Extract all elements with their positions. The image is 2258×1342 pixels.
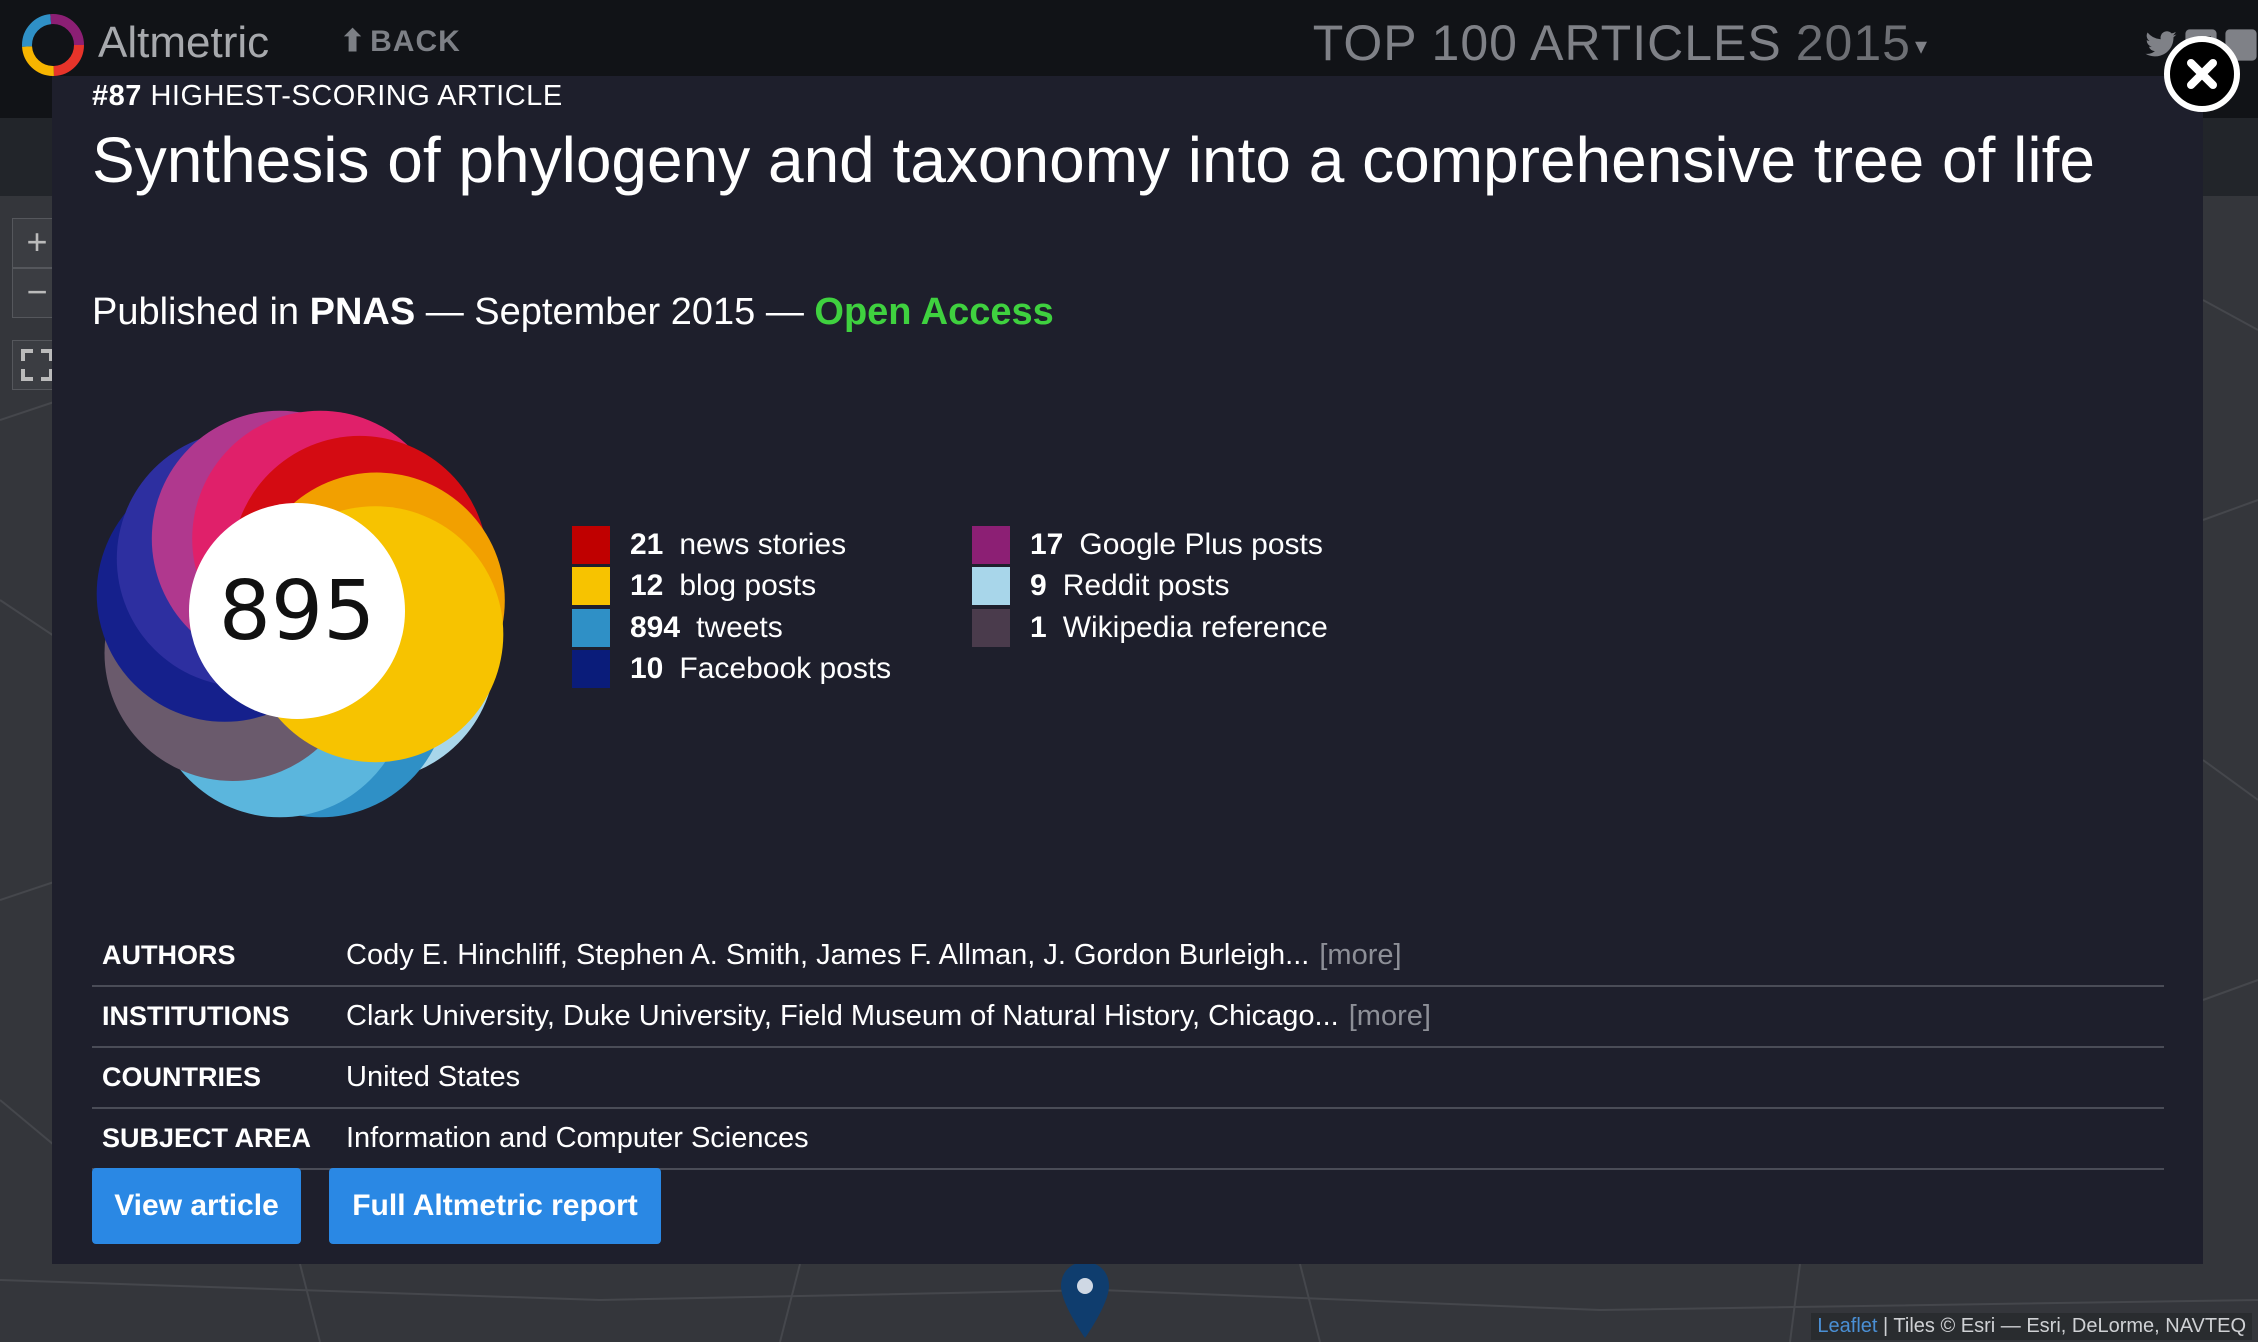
article-modal: #87 HIGHEST-SCORING ARTICLE Synthesis of… — [52, 76, 2203, 1264]
institutions-more-link[interactable]: [more] — [1349, 1000, 1431, 1032]
legend-label: Wikipedia reference — [1062, 610, 1328, 644]
back-label: BACK — [370, 25, 461, 58]
institutions-label: INSTITUTIONS — [102, 1001, 290, 1031]
separator-2: — — [755, 291, 815, 333]
rank-number: #87 — [92, 80, 142, 112]
altmetric-logo-icon — [22, 14, 84, 76]
logo-text[interactable]: Altmetric — [98, 18, 269, 68]
legend-count: 21 — [630, 527, 664, 561]
authors-row: AUTHORS Cody E. Hinchliff, Stephen A. Sm… — [92, 926, 2164, 987]
close-icon — [2187, 59, 2217, 89]
subject-area-value: Information and Computer Sciences — [346, 1122, 809, 1154]
legend-left: 21 news stories 12 blog posts 894 tweets 10… — [572, 524, 891, 690]
tweets-swatch — [572, 608, 610, 647]
legend-item-tweets: 894 tweets — [572, 607, 891, 649]
legend-count: 1 — [1030, 610, 1047, 644]
legend-label: Google Plus posts — [1079, 527, 1323, 561]
google-plus-swatch — [972, 525, 1010, 564]
open-access-badge: Open Access — [814, 291, 1054, 333]
map-marker-icon[interactable] — [1059, 1260, 1111, 1340]
journal-name: PNAS — [309, 291, 416, 333]
blogs-swatch — [572, 567, 610, 606]
legend-count: 10 — [630, 652, 664, 686]
legend-label: blog posts — [679, 569, 817, 603]
rank-label: HIGHEST-SCORING ARTICLE — [150, 80, 563, 112]
institutions-value: Clark University, Duke University, Field… — [346, 1000, 1431, 1033]
caret-down-icon: ▾ — [1914, 33, 1928, 61]
legend-item-blogs: 12 blog posts — [572, 566, 891, 608]
article-rank: #87 HIGHEST-SCORING ARTICLE — [92, 80, 563, 113]
close-modal-button[interactable] — [2164, 36, 2240, 112]
legend-label: tweets — [696, 610, 783, 644]
publication-info: Published in PNAS — September 2015 — Ope… — [92, 291, 1054, 334]
news-swatch — [572, 525, 610, 564]
full-altmetric-report-button[interactable]: Full Altmetric report — [329, 1168, 661, 1244]
back-button[interactable]: ⬆ BACK — [340, 24, 461, 59]
authors-label: AUTHORS — [102, 940, 236, 970]
publication-date: September 2015 — [474, 291, 756, 333]
countries-label: COUNTRIES — [102, 1062, 262, 1092]
authors-value: Cody E. Hinchliff, Stephen A. Smith, Jam… — [346, 939, 1402, 972]
institutions-text: Clark University, Duke University, Field… — [346, 1000, 1339, 1032]
subject-area-row: SUBJECT AREA Information and Computer Sc… — [92, 1109, 2164, 1170]
legend-label: Facebook posts — [679, 652, 892, 686]
legend-item-wikipedia: 1 Wikipedia reference — [972, 607, 1328, 649]
arrow-up-icon: ⬆ — [340, 25, 367, 58]
section-title: TOP 100 ARTICLES — [1312, 15, 1782, 71]
year-selector: 2015 — [1795, 15, 1911, 71]
legend-item-news: 21 news stories — [572, 524, 891, 566]
legend-item-reddit: 9 Reddit posts — [972, 566, 1328, 608]
top-100-dropdown[interactable]: TOP 100 ARTICLES 2015 ▾ — [1313, 14, 1928, 72]
legend-count: 12 — [630, 569, 664, 603]
legend-label: news stories — [679, 527, 847, 561]
view-article-button[interactable]: View article — [92, 1168, 301, 1244]
article-details-table: AUTHORS Cody E. Hinchliff, Stephen A. Sm… — [92, 926, 2164, 1170]
legend-count: 17 — [1030, 527, 1064, 561]
separator-1: — — [415, 291, 475, 333]
legend-label: Reddit posts — [1062, 569, 1230, 603]
subject-area-label: SUBJECT AREA — [102, 1123, 312, 1153]
facebook-swatch — [572, 650, 610, 689]
reddit-swatch — [972, 567, 1010, 606]
countries-row: COUNTRIES United States — [92, 1048, 2164, 1109]
countries-value: United States — [346, 1061, 521, 1093]
legend-count: 894 — [630, 610, 681, 644]
altmetric-score: 895 — [189, 503, 405, 719]
authors-text: Cody E. Hinchliff, Stephen A. Smith, Jam… — [346, 939, 1310, 971]
article-title: Synthesis of phylogeny and taxonomy into… — [92, 124, 2095, 196]
legend-right: 17 Google Plus posts 9 Reddit posts 1 Wikip… — [972, 524, 1328, 649]
wikipedia-swatch — [972, 608, 1010, 647]
legend-item-google-plus: 17 Google Plus posts — [972, 524, 1328, 566]
institutions-row: INSTITUTIONS Clark University, Duke Univ… — [92, 987, 2164, 1048]
leaflet-link[interactable]: Leaflet — [1817, 1315, 1877, 1337]
published-prefix: Published in — [92, 291, 310, 333]
map-attribution: Leaflet | Tiles © Esri — Esri, DeLorme, … — [1811, 1313, 2252, 1340]
authors-more-link[interactable]: [more] — [1319, 939, 1401, 971]
legend-count: 9 — [1030, 569, 1047, 603]
legend-item-facebook: 10 Facebook posts — [572, 649, 891, 691]
attribution-text: | Tiles © Esri — Esri, DeLorme, NAVTEQ — [1877, 1315, 2246, 1337]
